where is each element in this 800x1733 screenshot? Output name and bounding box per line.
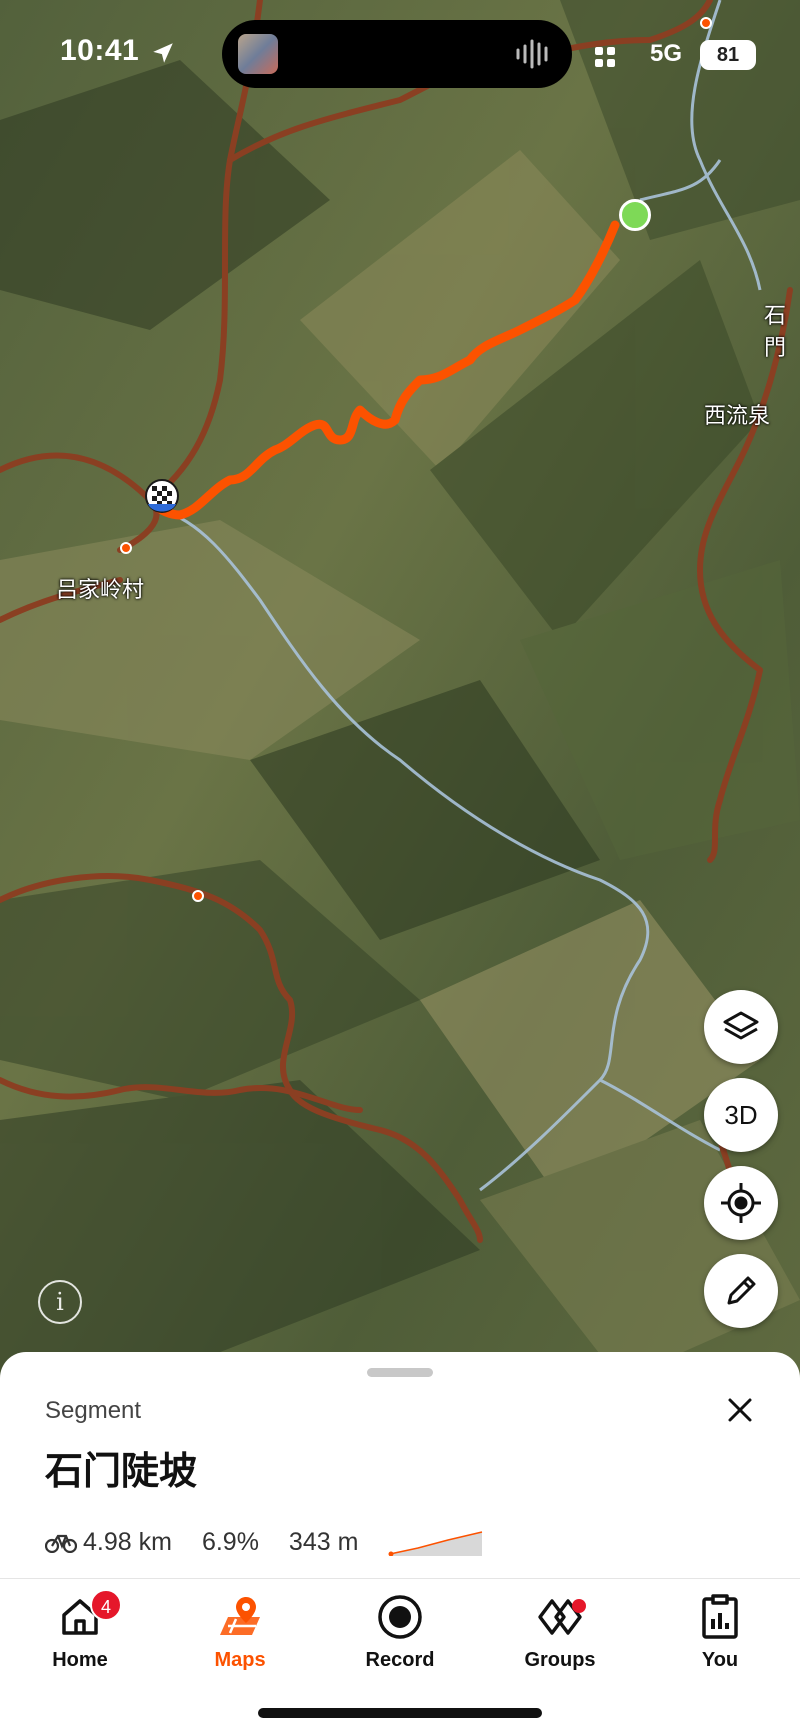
battery-indicator: 81 [700, 40, 756, 70]
segment-stats: 4.98 km 6.9% 343 m [45, 1522, 484, 1562]
audio-waveform-icon [516, 39, 548, 69]
tab-label: Groups [524, 1649, 596, 1671]
place-label: 吕家岭村 [56, 578, 145, 603]
3d-toggle-button[interactable]: 3D [704, 1078, 778, 1152]
tab-groups[interactable]: Groups [480, 1589, 640, 1679]
recenter-button[interactable] [704, 1166, 778, 1240]
dynamic-island[interactable] [222, 20, 572, 88]
location-arrow-icon [153, 43, 173, 63]
place-label: 石門 [764, 304, 787, 361]
map-pin [192, 890, 204, 902]
segment-finish-marker[interactable] [144, 478, 180, 518]
segment-start-marker[interactable] [619, 199, 651, 231]
status-time: 10:41 [60, 34, 140, 67]
you-icon [702, 1594, 738, 1639]
maps-icon [220, 1597, 260, 1635]
tab-label: Maps [214, 1649, 266, 1671]
tab-you[interactable]: You [640, 1589, 800, 1679]
elevation-profile-sparkline [388, 1531, 483, 1556]
map-attribution-info-button[interactable]: i [38, 1280, 82, 1324]
crosshair-icon [721, 1183, 761, 1223]
map-layers-button[interactable] [704, 990, 778, 1064]
tab-record[interactable]: Record [320, 1589, 480, 1679]
terrain-imagery [0, 0, 800, 1380]
now-playing-thumbnail [238, 34, 278, 74]
checkered-flag-icon [145, 479, 179, 513]
segment-detail-sheet[interactable]: Segment 石门陡坡 4.98 km 6.9% 343 m [0, 1352, 800, 1582]
bike-icon [45, 1534, 77, 1553]
map-pin [700, 17, 712, 29]
close-icon[interactable] [720, 1390, 760, 1430]
satellite-map[interactable]: 石門 西流泉 吕家岭村 10:41 5G 81 3D i [0, 0, 800, 1380]
3d-label: 3D [724, 1099, 758, 1130]
tab-home[interactable]: 4 Home [0, 1589, 160, 1679]
segment-elevation: 343 m [288, 1527, 359, 1556]
tab-label: You [701, 1649, 739, 1671]
segment-distance: 4.98 km [83, 1527, 172, 1556]
record-icon [378, 1595, 422, 1639]
segment-grade: 6.9% [201, 1527, 259, 1556]
network-type: 5G [650, 40, 683, 67]
tab-label: Record [365, 1649, 435, 1671]
sheet-drag-handle[interactable] [367, 1368, 433, 1377]
route-builder-button[interactable] [704, 1254, 778, 1328]
tab-maps[interactable]: Maps [160, 1589, 320, 1679]
layers-icon [723, 1011, 759, 1040]
tab-label: Home [52, 1649, 108, 1671]
pencil-icon [727, 1276, 756, 1305]
segment-name: 石门陡坡 [45, 1449, 198, 1493]
signal-dots-icon [595, 47, 615, 67]
segment-type-label: Segment [45, 1397, 142, 1424]
home-indicator[interactable] [258, 1708, 542, 1718]
notification-badge: 4 [90, 1589, 122, 1621]
place-label: 西流泉 [704, 404, 771, 429]
map-pin [120, 542, 132, 554]
notification-dot [572, 1599, 586, 1613]
